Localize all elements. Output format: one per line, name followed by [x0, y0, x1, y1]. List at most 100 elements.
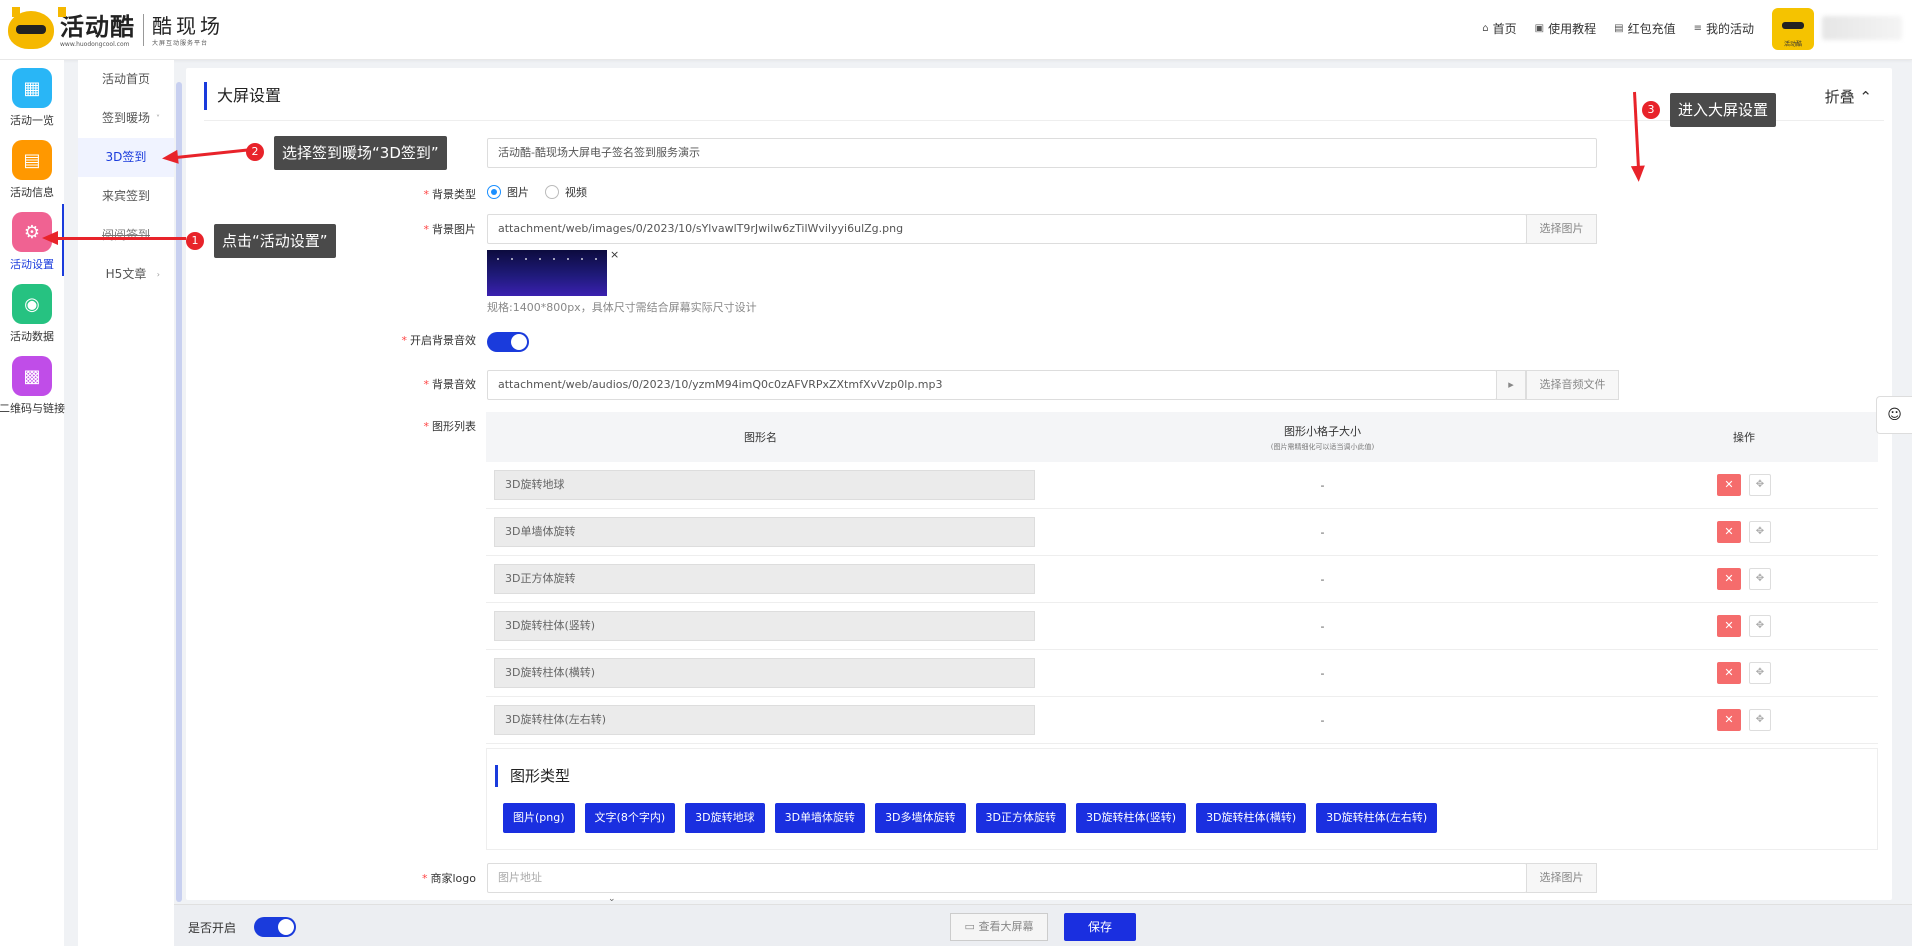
move-icon[interactable]: ✥: [1749, 474, 1771, 496]
delete-icon[interactable]: ✕: [1717, 709, 1741, 731]
bg-image-label: * 背景图片: [423, 223, 477, 236]
shape-size: -: [1320, 713, 1325, 727]
add-shape-cylinder-vertical-button[interactable]: 3D旋转柱体(竖转): [1076, 803, 1187, 833]
enable-toggle[interactable]: [254, 917, 296, 937]
shape-size: -: [1320, 572, 1325, 586]
move-icon[interactable]: ✥: [1749, 568, 1771, 590]
view-big-screen-button[interactable]: ▭ 查看大屏幕: [950, 913, 1048, 941]
th-shape-name: 图形名: [744, 431, 777, 444]
shape-size: -: [1320, 478, 1325, 492]
submenu-item-guest-signin[interactable]: 来宾签到: [78, 177, 174, 216]
radio-label: 视频: [565, 186, 587, 199]
add-shape-cube-button[interactable]: 3D正方体旋转: [975, 803, 1066, 833]
annotation-badge-3: 3: [1642, 101, 1660, 119]
shape-name-input[interactable]: 3D旋转柱体(竖转): [494, 611, 1035, 641]
submenu-label: H5文章: [105, 267, 147, 281]
select-merchant-logo-button[interactable]: 选择图片: [1526, 863, 1597, 893]
shape-name-input[interactable]: 3D旋转地球: [494, 470, 1035, 500]
icon-rail: ▦ 活动一览 ▤ 活动信息 ⚙ 活动设置 ◉ 活动数据 ▩ 二维码与链接: [0, 60, 65, 946]
activity-title-input[interactable]: 活动酷-酷现场大屏电子签名签到服务演示: [487, 138, 1597, 168]
bg-sound-toggle[interactable]: [487, 332, 529, 352]
nav-my-activities[interactable]: ≡ 我的活动: [1694, 20, 1754, 37]
add-shape-multi-wall-button[interactable]: 3D多墙体旋转: [875, 803, 966, 833]
chevron-down-icon[interactable]: ⌄: [608, 894, 616, 904]
collapse-label: 折叠: [1824, 88, 1855, 106]
username-blurred[interactable]: [1822, 16, 1902, 40]
nav-redpacket-recharge[interactable]: ▤ 红包充值: [1614, 20, 1675, 37]
shape-name-input[interactable]: 3D单墙体旋转: [494, 517, 1035, 547]
title-divider: [204, 120, 1884, 121]
rail-item-activity-data[interactable]: ◉ 活动数据: [0, 284, 64, 352]
save-button[interactable]: 保存: [1064, 913, 1136, 941]
qrcode-icon: ▩: [12, 356, 52, 396]
delete-icon[interactable]: ✕: [1717, 662, 1741, 684]
shape-name-input[interactable]: 3D旋转柱体(横转): [494, 658, 1035, 688]
add-shape-globe-button[interactable]: 3D旋转地球: [685, 803, 765, 833]
radio-video[interactable]: [545, 185, 559, 199]
annotation-callout-1: 点击“活动设置”: [214, 224, 336, 258]
brand-logo[interactable]: 活动酷 www.huodongcool.com 酷现场 大屏互动服务平台: [8, 7, 224, 50]
submenu-item-warmup[interactable]: 签到暖场 ˅: [78, 99, 174, 138]
merchant-logo-input[interactable]: 图片地址: [487, 863, 1527, 893]
add-shape-single-wall-button[interactable]: 3D单墙体旋转: [774, 803, 866, 833]
shape-size: -: [1320, 666, 1325, 680]
rail-item-activity-overview[interactable]: ▦ 活动一览: [0, 68, 64, 136]
move-icon[interactable]: ✥: [1749, 662, 1771, 684]
select-bg-image-button[interactable]: 选择图片: [1526, 214, 1597, 244]
radio-image[interactable]: [487, 185, 501, 199]
submenu-item-yueyue-signin[interactable]: 阅阅签到: [78, 216, 174, 255]
th-actions: 操作: [1733, 431, 1755, 444]
delete-icon[interactable]: ✕: [1717, 521, 1741, 543]
table-row: 3D旋转柱体(竖转) - ✕ ✥: [486, 603, 1878, 650]
submenu-item-h5-article[interactable]: H5文章 ›: [78, 255, 174, 294]
move-icon[interactable]: ✥: [1749, 709, 1771, 731]
bg-image-thumbnail: [487, 250, 607, 296]
chevron-right-icon: ›: [156, 270, 160, 279]
shape-types-row: 图片(png) 文字(8个字内) 3D旋转地球 3D单墙体旋转 3D多墙体旋转 …: [503, 803, 1438, 833]
delete-icon[interactable]: ✕: [1717, 568, 1741, 590]
close-icon[interactable]: ×: [610, 248, 619, 261]
table-row: 3D旋转地球 - ✕ ✥: [486, 462, 1878, 509]
move-icon[interactable]: ✥: [1749, 615, 1771, 637]
rail-item-qrcode-links[interactable]: ▩ 二维码与链接: [0, 356, 65, 424]
move-icon[interactable]: ✥: [1749, 521, 1771, 543]
rail-label: 活动信息: [10, 186, 54, 199]
mascot-logo-icon: [8, 7, 66, 49]
collapse-button[interactable]: 折叠 ⌃: [1825, 86, 1872, 107]
shape-name-input[interactable]: 3D正方体旋转: [494, 564, 1035, 594]
annotation-badge-1: 1: [186, 232, 204, 250]
vertical-scrollbar[interactable]: [176, 82, 182, 902]
rail-active-indicator: [62, 204, 64, 276]
rail-label: 二维码与链接: [0, 402, 65, 415]
bg-type-radio-group: 图片 视频: [487, 184, 587, 200]
merchant-logo-label: * 商家logo: [422, 872, 476, 885]
wallet-icon: ▤: [1614, 23, 1624, 34]
rail-item-activity-settings[interactable]: ⚙ 活动设置: [0, 212, 64, 280]
delete-icon[interactable]: ✕: [1717, 615, 1741, 637]
bg-image-path-input[interactable]: attachment/web/images/0/2023/10/sYlvawlT…: [487, 214, 1527, 244]
add-shape-image-button[interactable]: 图片(png): [503, 803, 575, 833]
annotation-callout-2: 选择签到暖场“3D签到”: [274, 136, 447, 170]
customer-service-icon[interactable]: ☺: [1876, 396, 1912, 434]
nav-tutorial[interactable]: ▣ 使用教程: [1535, 20, 1596, 37]
select-audio-button[interactable]: 选择音频文件: [1526, 370, 1619, 400]
submenu-item-activity-home[interactable]: 活动首页: [78, 60, 174, 99]
avatar[interactable]: 活动酷: [1772, 8, 1814, 50]
bottom-action-bar: 是否开启 ▭ 查看大屏幕 保存: [174, 904, 1912, 946]
rail-item-activity-info[interactable]: ▤ 活动信息: [0, 140, 64, 208]
home-icon: ⌂: [1482, 23, 1489, 34]
play-icon[interactable]: ▸: [1496, 370, 1526, 400]
table-row: 3D旋转柱体(左右转) - ✕ ✥: [486, 697, 1878, 744]
delete-icon[interactable]: ✕: [1717, 474, 1741, 496]
add-shape-cylinder-horizontal-button[interactable]: 3D旋转柱体(横转): [1196, 803, 1307, 833]
nav-home[interactable]: ⌂ 首页: [1482, 20, 1516, 37]
add-shape-text-button[interactable]: 文字(8个字内): [584, 803, 676, 833]
bg-sound-path-input[interactable]: attachment/web/audios/0/2023/10/yzmM94im…: [487, 370, 1497, 400]
settings-submenu: 活动首页 签到暖场 ˅ 3D签到 来宾签到 阅阅签到 H5文章 ›: [78, 60, 174, 946]
add-shape-cylinder-leftright-button[interactable]: 3D旋转柱体(左右转): [1316, 803, 1438, 833]
submenu-item-3d-signin[interactable]: 3D签到: [78, 138, 174, 177]
shape-name-input[interactable]: 3D旋转柱体(左右转): [494, 705, 1035, 735]
bg-type-label: * 背景类型: [423, 188, 477, 201]
nav-label: 首页: [1492, 22, 1517, 36]
monitor-icon: ▭: [964, 920, 975, 933]
